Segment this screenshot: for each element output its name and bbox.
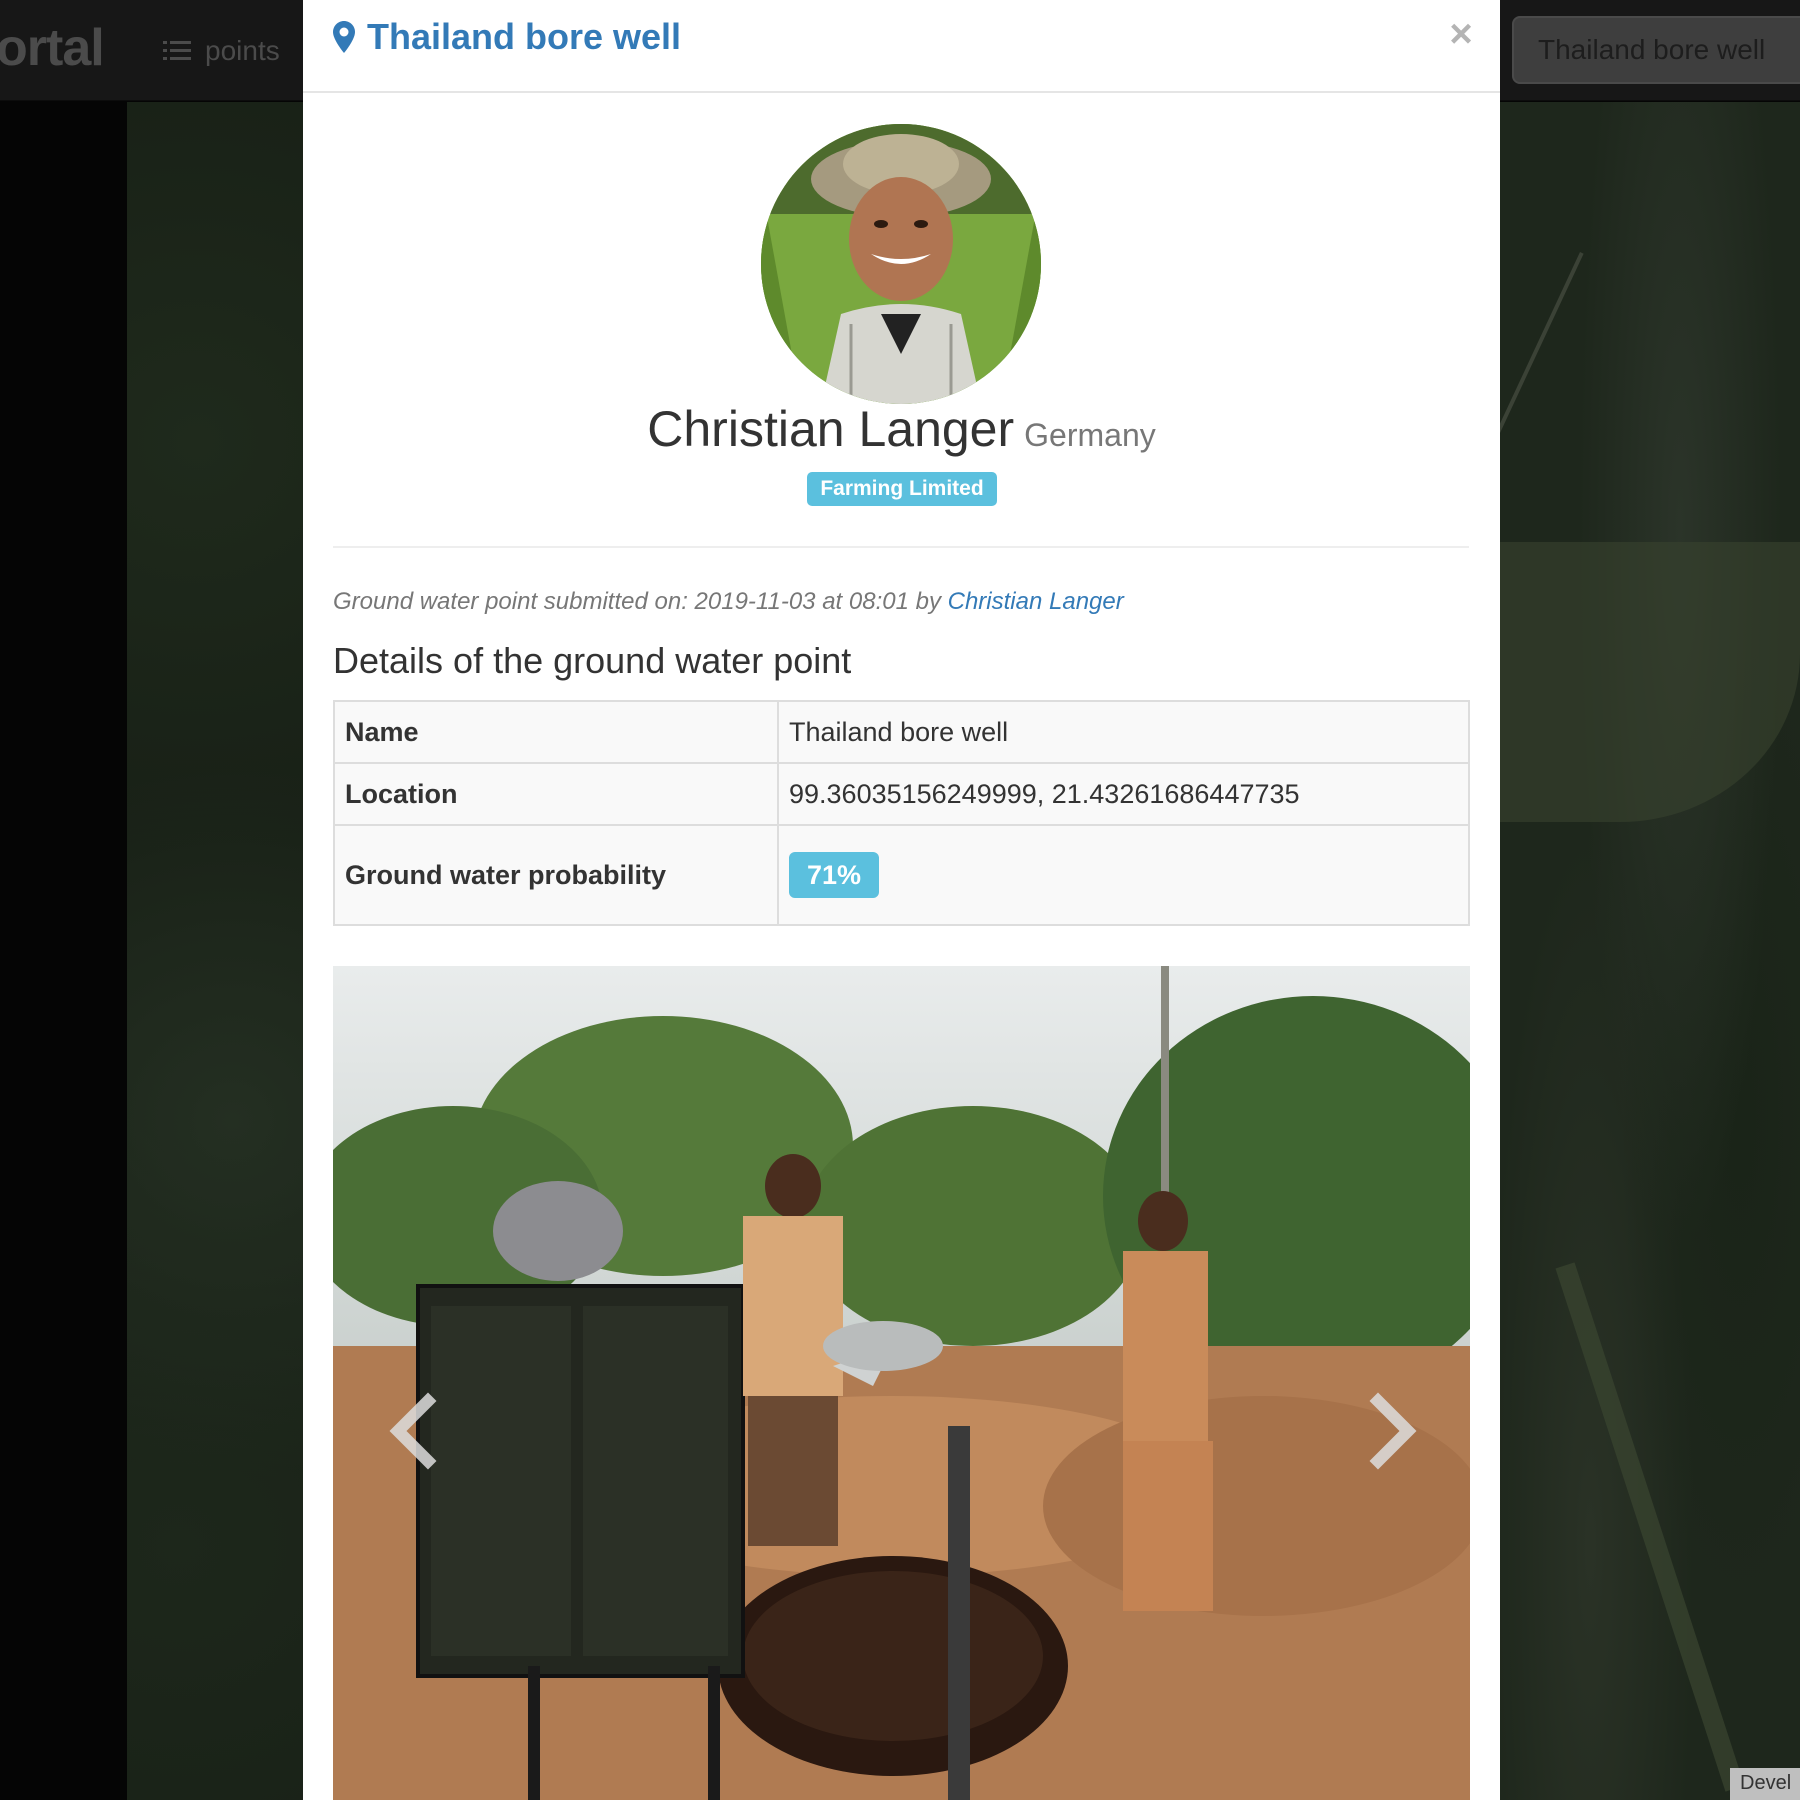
profile-name-line: Christian Langer Germany	[303, 400, 1500, 458]
details-heading: Details of the ground water point	[333, 640, 852, 681]
divider	[333, 546, 1469, 548]
map-satellite-left[interactable]	[127, 102, 303, 1800]
carousel-photo	[333, 966, 1470, 1800]
profile-name: Christian Langer	[647, 401, 1015, 457]
developer-tag: Devel	[1730, 1768, 1800, 1800]
organization-badge: Farming Limited	[807, 472, 997, 506]
list-icon	[163, 41, 191, 60]
row-value-probability-cell: 71%	[777, 824, 1470, 926]
map-marker-icon	[333, 21, 355, 53]
map-satellite-right[interactable]	[1419, 102, 1800, 1800]
modal-title: Thailand bore well	[333, 16, 681, 58]
row-label-name: Name	[333, 700, 779, 764]
profile-country: Germany	[1024, 417, 1156, 453]
nav-points-link[interactable]: points	[163, 30, 280, 72]
map-river	[1500, 542, 1800, 822]
table-row: Ground water probability 71%	[333, 824, 1470, 926]
row-value-location: 99.36035156249999, 21.43261686447735	[777, 762, 1470, 826]
point-detail-modal: Thailand bore well × Christian Langer Ger…	[303, 0, 1500, 1800]
carousel-next-button[interactable]	[1363, 1386, 1423, 1476]
chevron-right-icon	[1369, 1392, 1417, 1470]
modal-title-text: Thailand bore well	[367, 16, 682, 57]
modal-header: Thailand bore well ×	[303, 0, 1500, 93]
chevron-left-icon	[389, 1392, 437, 1470]
brand-logo[interactable]: ortal	[0, 18, 105, 78]
avatar-photo	[761, 124, 1041, 404]
table-row: Location 99.36035156249999, 21.432616864…	[333, 762, 1470, 826]
row-label-probability: Ground water probability	[333, 824, 779, 926]
details-table: Name Thailand bore well Location 99.3603…	[333, 700, 1470, 926]
table-row: Name Thailand bore well	[333, 700, 1470, 764]
map-river-branch	[1555, 1262, 1745, 1792]
photo-carousel[interactable]	[333, 966, 1470, 1800]
row-value-name: Thailand bore well	[777, 700, 1470, 764]
carousel-prev-button[interactable]	[383, 1386, 443, 1476]
probability-badge: 71%	[789, 852, 879, 898]
submission-author-link[interactable]: Christian Langer	[948, 588, 1124, 615]
close-button[interactable]: ×	[1441, 14, 1481, 54]
submission-info: Ground water point submitted on: 2019-11…	[333, 588, 1124, 616]
row-label-location: Location	[333, 762, 779, 826]
nav-points-label: points	[205, 35, 280, 66]
submission-text: Ground water point submitted on: 2019-11…	[333, 588, 941, 615]
avatar	[761, 124, 1041, 404]
search-input[interactable]: Thailand bore well	[1512, 16, 1800, 84]
